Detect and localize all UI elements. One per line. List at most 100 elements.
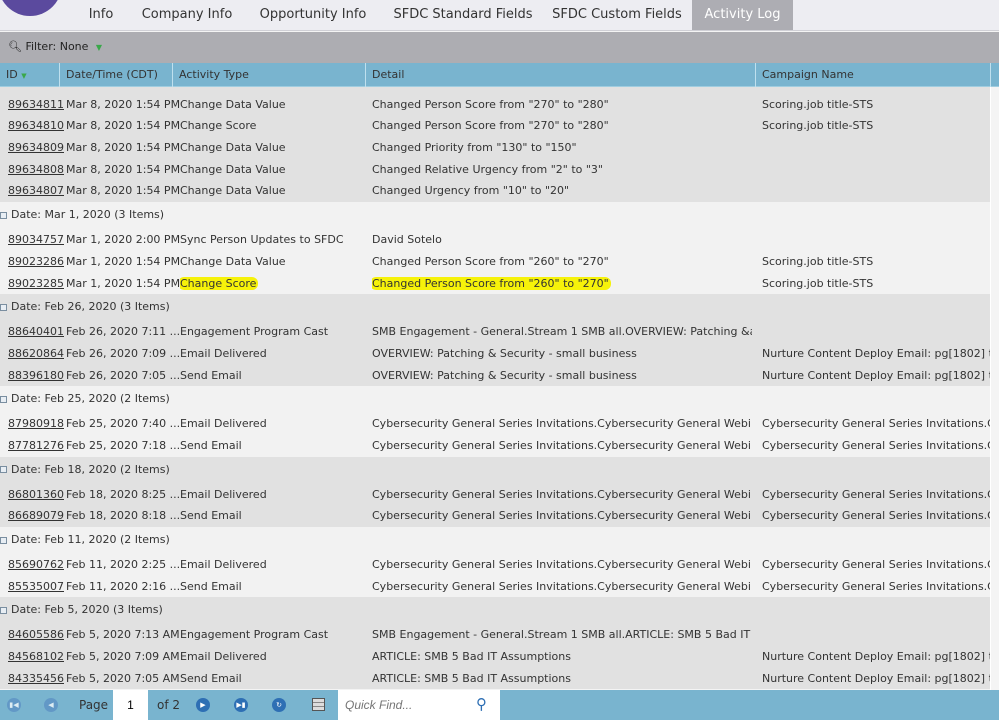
collapse-icon[interactable]: [0, 395, 7, 403]
activity-datetime: Feb 18, 2020 8:18 ...: [66, 509, 181, 523]
table-row[interactable]: 84605586 Feb 5, 2020 7:13 AM Engagement Pr…: [0, 624, 990, 646]
activity-id-link[interactable]: 85690762: [8, 554, 64, 576]
group-header[interactable]: Date: Feb 25, 2020 (2 Items): [0, 386, 990, 413]
table-row[interactable]: 87980918 Feb 25, 2020 7:40 ... Email Deliv…: [0, 413, 990, 435]
column-header-id[interactable]: ID ▼: [0, 63, 60, 87]
collapse-icon[interactable]: [0, 466, 7, 474]
first-page-icon[interactable]: ▮◀: [7, 698, 21, 712]
table-row[interactable]: 88640401 Feb 26, 2020 7:11 ... Engagement …: [0, 321, 990, 343]
table-header: ID ▼ Date/Time (CDT) Activity Type Detai…: [0, 63, 999, 87]
table-row[interactable]: 89634809 Mar 8, 2020 1:54 PM Change Data V…: [0, 137, 990, 159]
column-header-activity-type[interactable]: Activity Type: [173, 63, 366, 87]
activity-id-link[interactable]: 84335456: [8, 668, 64, 690]
collapse-icon[interactable]: [0, 536, 7, 544]
activity-detail: Cybersecurity General Series Invitations…: [372, 438, 752, 452]
group-header[interactable]: Date: Feb 26, 2020 (3 Items): [0, 294, 990, 321]
tab-info[interactable]: Info: [78, 0, 124, 30]
activity-datetime: Mar 8, 2020 1:54 PM: [66, 97, 181, 111]
activity-datetime: Mar 8, 2020 1:54 PM: [66, 184, 181, 198]
activity-id-link[interactable]: 88396180: [8, 365, 64, 387]
column-header-campaign-name[interactable]: Campaign Name: [756, 63, 991, 87]
activity-datetime: Mar 1, 2020 2:00 PM: [66, 233, 181, 247]
activity-detail: Cybersecurity General Series Invitations…: [372, 579, 752, 593]
page-number-input[interactable]: [113, 690, 148, 720]
activity-id-link[interactable]: 88640401: [8, 321, 64, 343]
tab-company-info[interactable]: Company Info: [136, 0, 238, 30]
activity-id-link[interactable]: 89634809: [8, 137, 64, 159]
collapse-icon[interactable]: [0, 606, 7, 614]
collapse-icon[interactable]: [0, 303, 7, 311]
chevron-down-icon[interactable]: ▼: [96, 43, 102, 52]
activity-type: Email Delivered: [180, 650, 267, 664]
campaign-name: Scoring.job title-STS: [762, 97, 874, 111]
campaign-name: Cybersecurity General Series Invitations…: [762, 509, 990, 523]
tab-activity-log[interactable]: Activity Log: [692, 0, 793, 30]
activity-id-link[interactable]: 88620864: [8, 343, 64, 365]
table-row[interactable]: 84335456 Feb 5, 2020 7:05 AM Send Email ART…: [0, 668, 990, 690]
export-icon[interactable]: [312, 698, 325, 711]
table-row[interactable]: 89634807 Mar 8, 2020 1:54 PM Change Data V…: [0, 180, 990, 202]
activity-id-link[interactable]: 89034757: [8, 229, 64, 251]
table-row[interactable]: 89634810 Mar 8, 2020 1:54 PM Change Score C…: [0, 115, 990, 137]
activity-id-link[interactable]: 86801360: [8, 484, 64, 506]
activity-id-link[interactable]: 89634808: [8, 159, 64, 181]
table-row[interactable]: 88620864 Feb 26, 2020 7:09 ... Email Deliv…: [0, 343, 990, 365]
tab-opportunity-info[interactable]: Opportunity Info: [252, 0, 374, 30]
table-row[interactable]: 89634808 Mar 8, 2020 1:54 PM Change Data V…: [0, 159, 990, 181]
table-row[interactable]: 86689079 Feb 18, 2020 8:18 ... Send Email C…: [0, 505, 990, 527]
activity-id-link[interactable]: 84605586: [8, 624, 64, 646]
table-row[interactable]: 89023286 Mar 1, 2020 1:54 PM Change Data V…: [0, 251, 990, 273]
activity-type: Email Delivered: [180, 558, 267, 571]
activity-datetime: Feb 25, 2020 7:40 ...: [66, 417, 181, 431]
filter-bar[interactable]: 🔍︎ Filter: None ▼: [0, 32, 999, 63]
activity-group: Date: Feb 18, 2020 (2 Items) 86801360 Feb …: [0, 456, 990, 527]
tab-sfdc-custom-fields[interactable]: SFDC Custom Fields: [548, 0, 686, 30]
group-header[interactable]: Date: Mar 1, 2020 (3 Items): [0, 202, 990, 229]
activity-type: Change Data Value: [180, 184, 286, 198]
pager-toolbar: ▮◀ ◀ Page of 2 ▶ ▶▮ ↻ ⚲: [0, 690, 999, 720]
table-row[interactable]: 88396180 Feb 26, 2020 7:05 ... Send Email O…: [0, 365, 990, 387]
activity-id-link[interactable]: 87781276: [8, 435, 64, 457]
activity-id-link[interactable]: 86689079: [8, 505, 64, 527]
table-row[interactable]: 87781276 Feb 25, 2020 7:18 ... Send Email C…: [0, 435, 990, 457]
activity-detail: Changed Person Score from "270" to "280": [372, 119, 609, 133]
activity-datetime: Mar 8, 2020 1:54 PM: [66, 119, 181, 133]
table-row[interactable]: 86801360 Feb 18, 2020 8:25 ... Email Deliv…: [0, 484, 990, 506]
filter-label: Filter: None: [25, 40, 89, 53]
activity-id-link[interactable]: 89634807: [8, 180, 64, 202]
column-header-detail[interactable]: Detail: [366, 63, 756, 87]
campaign-name: Cybersecurity General Series Invitations…: [762, 417, 990, 431]
activity-id-link[interactable]: 89634810: [8, 115, 64, 137]
table-row[interactable]: 85690762 Feb 11, 2020 2:25 ... Email Deliv…: [0, 554, 990, 576]
refresh-icon[interactable]: ↻: [272, 698, 286, 712]
table-row[interactable]: 84568102 Feb 5, 2020 7:09 AM Email Deliver…: [0, 646, 990, 668]
column-header-datetime[interactable]: Date/Time (CDT): [60, 63, 173, 87]
activity-id-link[interactable]: 89634811: [8, 94, 64, 116]
table-row[interactable]: 85535007 Feb 11, 2020 2:16 ... Send Email C…: [0, 576, 990, 598]
table-row[interactable]: 89634811 Mar 8, 2020 1:54 PM Change Data V…: [0, 94, 990, 116]
search-icon[interactable]: ⚲: [476, 695, 487, 713]
group-header[interactable]: Date: Feb 18, 2020 (2 Items): [0, 457, 990, 484]
highlight-mark: Changed Person Score from "260" to "270": [372, 276, 611, 290]
next-page-icon[interactable]: ▶: [196, 698, 210, 712]
activity-datetime: Feb 18, 2020 8:25 ...: [66, 487, 181, 501]
table-row[interactable]: 89034757 Mar 1, 2020 2:00 PM Sync Person U…: [0, 229, 990, 251]
activity-type: Email Delivered: [180, 346, 267, 360]
activity-group: Date: Mar 1, 2020 (3 Items) 89034757 Mar 1…: [0, 202, 990, 295]
activity-id-link[interactable]: 89023285: [8, 273, 64, 295]
tab-sfdc-standard-fields[interactable]: SFDC Standard Fields: [386, 0, 540, 30]
activity-type: Engagement Program Cast: [180, 628, 329, 642]
campaign-name: Scoring.job title-STS: [762, 276, 874, 290]
activity-id-link[interactable]: 84568102: [8, 646, 64, 668]
activity-group: 89634811 Mar 8, 2020 1:54 PM Change Data V…: [0, 87, 990, 203]
collapse-icon[interactable]: [0, 211, 7, 219]
activity-id-link[interactable]: 85535007: [8, 576, 64, 598]
activity-id-link[interactable]: 87980918: [8, 413, 64, 435]
prev-page-icon[interactable]: ◀: [44, 698, 58, 712]
last-page-icon[interactable]: ▶▮: [234, 698, 248, 712]
table-row[interactable]: 89023285 Mar 1, 2020 1:54 PM Change Score C…: [0, 273, 990, 295]
activity-id-link[interactable]: 89023286: [8, 251, 64, 273]
activity-detail: Changed Priority from "130" to "150": [372, 141, 577, 155]
group-header[interactable]: Date: Feb 11, 2020 (2 Items): [0, 527, 990, 554]
group-header[interactable]: Date: Feb 5, 2020 (3 Items): [0, 597, 990, 624]
